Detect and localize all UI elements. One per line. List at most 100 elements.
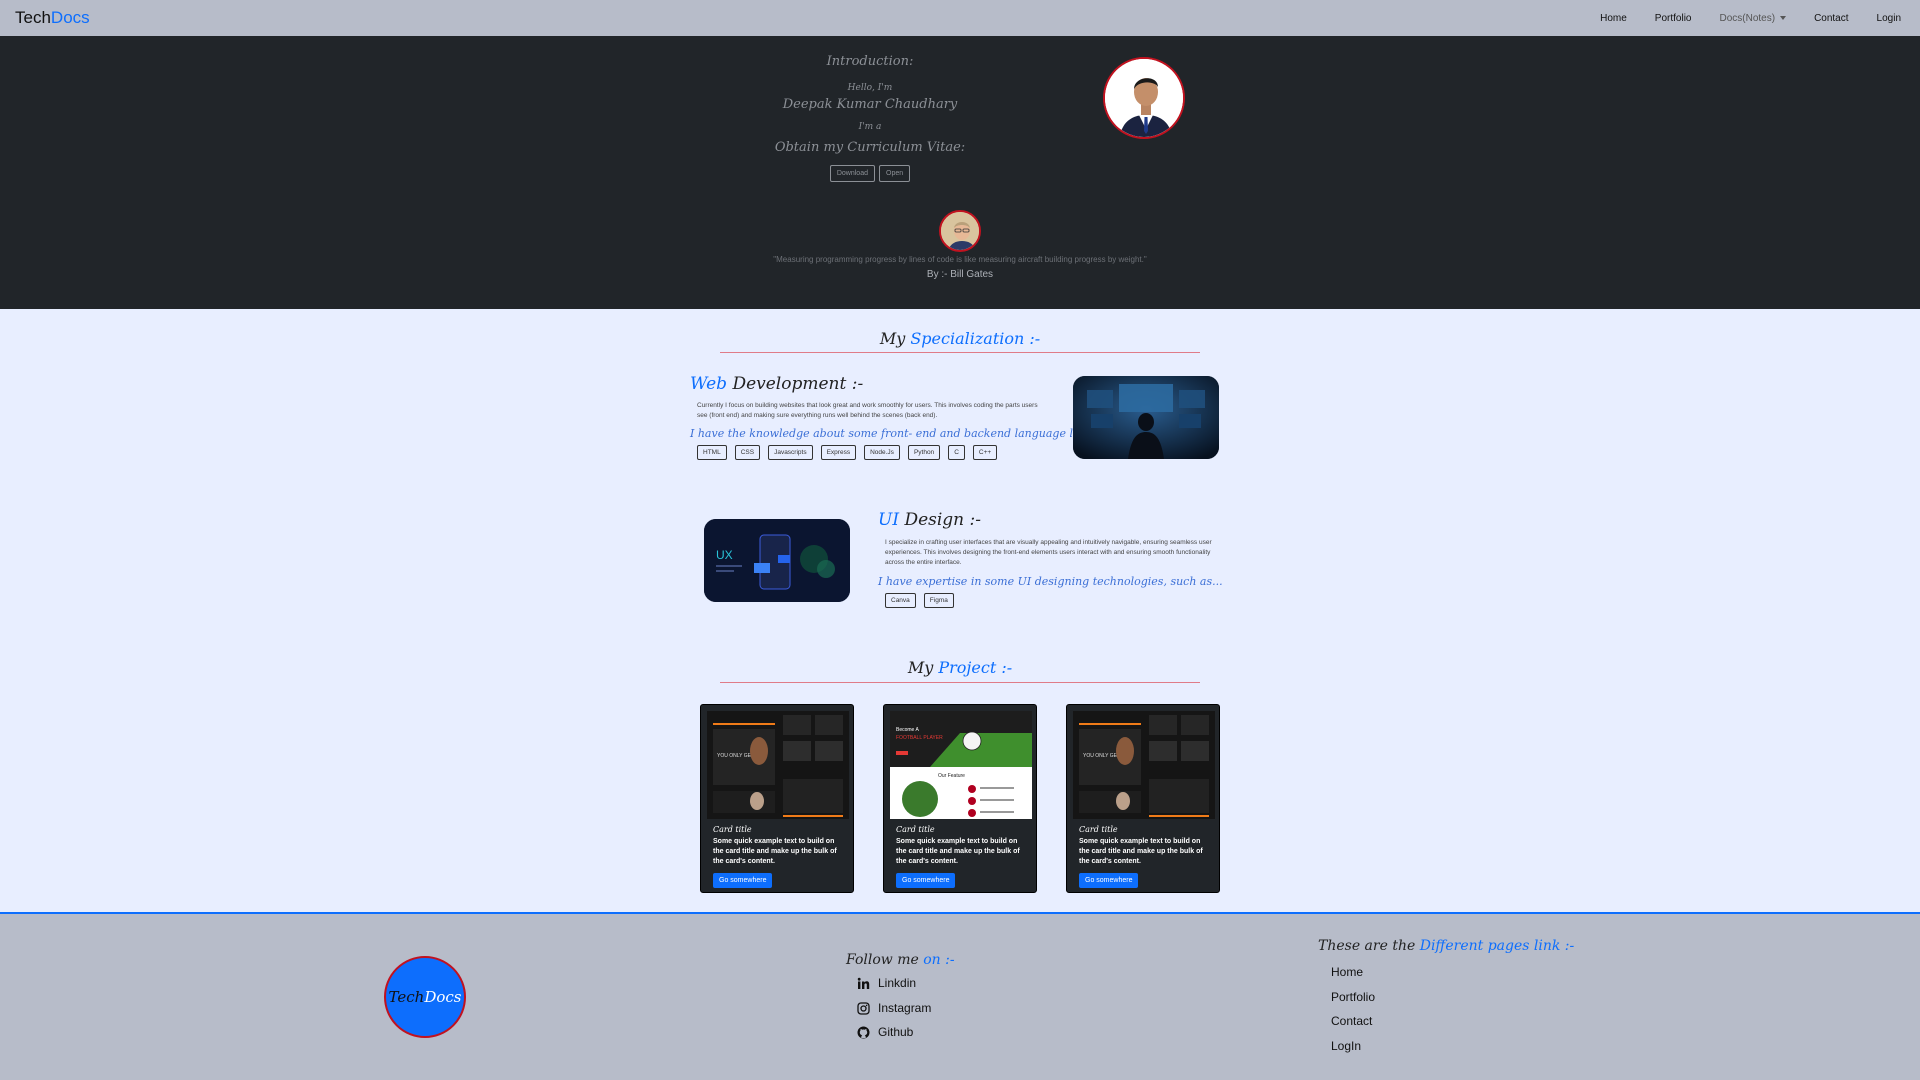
- skill-chip-javascript[interactable]: Javascripts: [768, 445, 813, 460]
- footer: Tech Docs Follow me on :- Linkdin Instagr…: [0, 912, 1920, 1080]
- web-dev-image: [1073, 376, 1219, 459]
- linkedin-icon: [857, 977, 870, 989]
- nav-login[interactable]: Login: [1877, 13, 1901, 24]
- web-dev-tagline: I have the knowledge about some front- e…: [690, 427, 1101, 440]
- nav-portfolio[interactable]: Portfolio: [1655, 13, 1692, 24]
- quote-author-avatar: [939, 210, 981, 252]
- intro-heading: Introduction:: [826, 54, 914, 69]
- nav-home[interactable]: Home: [1600, 13, 1627, 24]
- instagram-label: Instagram: [878, 1001, 932, 1015]
- project-card-image: YOU ONLY GET: [1073, 711, 1215, 819]
- profile-photo: [1103, 57, 1185, 139]
- card-text: Some quick example text to build on the …: [1079, 838, 1203, 865]
- intro-block: Introduction: Hello, I'm Deepak Kumar Ch…: [720, 54, 1020, 182]
- card-title: Card title: [896, 825, 935, 834]
- download-cv-button[interactable]: Download: [829, 165, 875, 182]
- card-text: Some quick example text to build on the …: [713, 838, 837, 865]
- skill-chip-css[interactable]: CSS: [734, 445, 761, 460]
- chevron-down-icon: [1780, 16, 1787, 20]
- cv-heading: Obtain my Curriculum Vitae:: [774, 140, 966, 155]
- web-dev-skills: HTML CSS Javascripts Express Node.Js Pyt…: [697, 445, 998, 460]
- intro-name: Deepak Kumar Chaudhary: [782, 97, 958, 112]
- projects-heading-part2: Project :-: [938, 658, 1013, 677]
- instagram-link[interactable]: Instagram: [857, 1001, 931, 1015]
- skill-chip-html[interactable]: HTML: [697, 445, 727, 460]
- brand-logo[interactable]: Tech Docs: [15, 8, 90, 28]
- svg-text:YOU ONLY GET: YOU ONLY GET: [1083, 753, 1120, 759]
- linkedin-label: Linkdin: [878, 976, 917, 990]
- go-somewhere-button[interactable]: Go somewhere: [713, 873, 773, 888]
- go-somewhere-button[interactable]: Go somewhere: [896, 873, 956, 888]
- web-dev-heading-part2: Development :-: [732, 374, 864, 394]
- skill-chip-cpp[interactable]: C++: [972, 445, 998, 460]
- svg-text:UX: UX: [716, 548, 733, 562]
- follow-heading: Follow me on :-: [846, 952, 955, 968]
- go-somewhere-button[interactable]: Go somewhere: [1079, 873, 1139, 888]
- github-link[interactable]: Github: [857, 1025, 913, 1039]
- specialization-heading-part2: Specialization :-: [910, 329, 1041, 348]
- pages-heading: These are the Different pages link :-: [1318, 938, 1574, 954]
- ux-illustration: UX: [704, 519, 850, 602]
- football-site-screenshot: Become A FOOTBALL PLAYER Our Feature: [890, 711, 1032, 819]
- svg-text:Our Feature: Our Feature: [938, 773, 965, 779]
- linkedin-link[interactable]: Linkdin: [857, 976, 916, 990]
- skill-chip-figma[interactable]: Figma: [923, 593, 954, 608]
- projects-heading-part1: My: [907, 658, 934, 677]
- follow-heading-part1: Follow me: [846, 952, 919, 968]
- hero-section: Introduction: Hello, I'm Deepak Kumar Ch…: [0, 36, 1920, 309]
- skill-chip-nodejs[interactable]: Node.Js: [864, 445, 900, 460]
- skill-chip-python[interactable]: Python: [907, 445, 941, 460]
- footer-link-home[interactable]: Home: [1331, 965, 1363, 979]
- footer-link-portfolio[interactable]: Portfolio: [1331, 990, 1375, 1004]
- ui-design-heading: UI Design :-: [878, 510, 981, 530]
- nav-links: Home Portfolio Docs(Notes) Contact Login: [1600, 13, 1905, 24]
- cv-buttons: Download Open: [720, 165, 1020, 182]
- web-dev-description: Currently I focus on building websites t…: [697, 402, 1038, 419]
- card-title: Card title: [713, 825, 752, 834]
- svg-text:Become A: Become A: [896, 727, 919, 733]
- ui-design-description: I specialize in crafting user interfaces…: [885, 539, 1212, 566]
- nav-docs-label: Docs(Notes): [1719, 12, 1776, 24]
- intro-role-prefix: I'm a: [858, 122, 882, 132]
- brand-part1: Tech: [15, 8, 51, 27]
- ui-design-image: UX: [704, 519, 850, 602]
- footer-logo[interactable]: Tech Docs: [384, 956, 466, 1038]
- specialization-heading-part1: My: [879, 329, 906, 348]
- instagram-icon: [857, 1001, 870, 1015]
- projects-divider: [720, 682, 1200, 683]
- developer-screens-illustration: [1073, 376, 1219, 459]
- pages-heading-part1: These are the: [1318, 938, 1416, 954]
- footer-link-login[interactable]: LogIn: [1331, 1039, 1361, 1053]
- web-dev-heading-part1: Web: [690, 374, 728, 394]
- svg-text:FOOTBALL PLAYER: FOOTBALL PLAYER: [896, 735, 943, 741]
- brand-part2: Docs: [50, 8, 90, 27]
- nav-docs-dropdown[interactable]: Docs(Notes): [1719, 12, 1787, 24]
- specialization-heading: My Specialization :-: [720, 329, 1200, 348]
- svg-text:YOU ONLY GET: YOU ONLY GET: [717, 753, 754, 759]
- intro-hello: Hello, I'm: [847, 83, 893, 93]
- project-card: YOU ONLY GET Card title Some quick examp…: [700, 704, 854, 893]
- specialization-divider: [720, 352, 1200, 353]
- project-card: YOU ONLY GET Card title Some quick examp…: [1066, 704, 1220, 893]
- card-text: Some quick example text to build on the …: [896, 838, 1020, 865]
- pages-heading-part2: Different pages link :-: [1419, 938, 1575, 954]
- author-person-icon: [941, 212, 979, 250]
- skill-chip-express[interactable]: Express: [820, 445, 857, 460]
- fitness-site-screenshot: YOU ONLY GET: [707, 711, 849, 819]
- skill-chip-c[interactable]: C: [948, 445, 965, 460]
- ui-design-heading-part2: Design :-: [904, 510, 982, 530]
- github-icon: [857, 1026, 870, 1038]
- footer-link-contact[interactable]: Contact: [1331, 1014, 1372, 1028]
- project-card-image: YOU ONLY GET: [707, 711, 849, 819]
- ui-design-tagline: I have expertise in some UI designing te…: [878, 575, 1223, 588]
- skill-chip-canva[interactable]: Canva: [885, 593, 916, 608]
- quote-author: By :- Bill Gates: [926, 269, 994, 280]
- nav-contact[interactable]: Contact: [1814, 13, 1848, 24]
- project-card-image: Become A FOOTBALL PLAYER Our Feature: [890, 711, 1032, 819]
- profile-person-icon: [1105, 59, 1183, 137]
- quote-text: "Measuring programming progress by lines…: [773, 255, 1147, 264]
- project-card: Become A FOOTBALL PLAYER Our Feature Car…: [883, 704, 1037, 893]
- follow-heading-part2: on :-: [923, 952, 955, 968]
- open-cv-button[interactable]: Open: [879, 165, 911, 182]
- ui-design-heading-part1: UI: [878, 510, 900, 530]
